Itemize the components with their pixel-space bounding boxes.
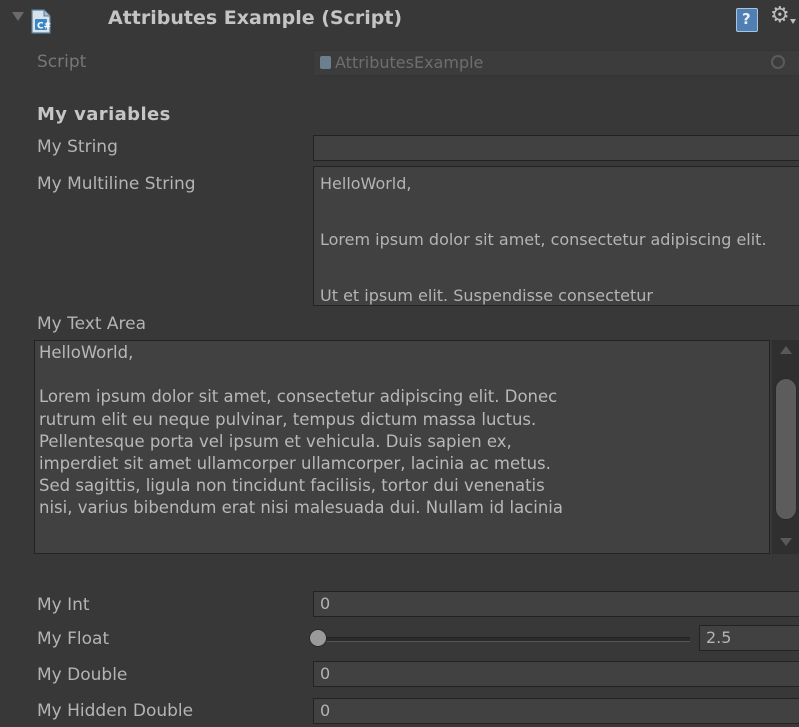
my-int-input[interactable]: 0 bbox=[313, 591, 799, 617]
foldout-arrow-icon[interactable] bbox=[12, 12, 24, 21]
section-header: My variables bbox=[37, 104, 171, 125]
my-hidden-double-label: My Hidden Double bbox=[37, 701, 194, 721]
my-text-area-input[interactable]: HelloWorld, Lorem ipsum dolor sit amet, … bbox=[34, 340, 770, 554]
scrollbar-thumb[interactable] bbox=[775, 378, 797, 520]
script-icon: C# bbox=[31, 9, 51, 34]
multiline-line: Lorem ipsum dolor sit amet, consectetur … bbox=[320, 230, 767, 249]
scroll-down-arrow-icon[interactable] bbox=[780, 538, 792, 546]
gear-dropdown-icon[interactable] bbox=[790, 19, 796, 24]
multiline-line bbox=[320, 198, 799, 226]
multiline-line: HelloWorld, bbox=[320, 174, 412, 193]
help-glyph: ? bbox=[742, 10, 751, 28]
my-string-input[interactable] bbox=[313, 135, 799, 161]
script-field[interactable]: AttributesExample bbox=[313, 50, 799, 76]
component-title: Attributes Example (Script) bbox=[108, 7, 403, 29]
my-hidden-double-input[interactable]: 0 bbox=[313, 698, 799, 724]
my-float-slider-track[interactable] bbox=[318, 637, 690, 642]
script-label: Script bbox=[37, 52, 87, 72]
my-float-input[interactable]: 2.5 bbox=[699, 625, 799, 651]
multiline-line: Ut et ipsum elit. Suspendisse consectetu… bbox=[320, 286, 653, 305]
my-double-label: My Double bbox=[37, 665, 128, 685]
my-string-label: My String bbox=[37, 137, 118, 157]
script-field-value: AttributesExample bbox=[335, 53, 484, 72]
my-int-label: My Int bbox=[37, 595, 90, 615]
svg-text:C#: C# bbox=[37, 22, 51, 32]
my-float-label: My Float bbox=[37, 629, 110, 649]
scroll-up-arrow-icon[interactable] bbox=[780, 346, 792, 354]
component-header: C# Attributes Example (Script) ? ⚙ bbox=[0, 0, 799, 46]
multiline-line bbox=[320, 254, 799, 282]
gear-icon[interactable]: ⚙ bbox=[770, 3, 790, 28]
script-file-icon bbox=[320, 56, 331, 69]
my-double-input[interactable]: 0 bbox=[313, 661, 799, 687]
help-icon[interactable]: ? bbox=[736, 8, 758, 32]
my-multiline-string-label: My Multiline String bbox=[37, 174, 196, 194]
object-picker-icon[interactable] bbox=[771, 55, 785, 69]
my-text-area-label: My Text Area bbox=[37, 314, 147, 334]
my-float-slider-thumb[interactable] bbox=[309, 629, 327, 647]
my-multiline-string-input[interactable]: HelloWorld, Lorem ipsum dolor sit amet, … bbox=[313, 166, 799, 306]
